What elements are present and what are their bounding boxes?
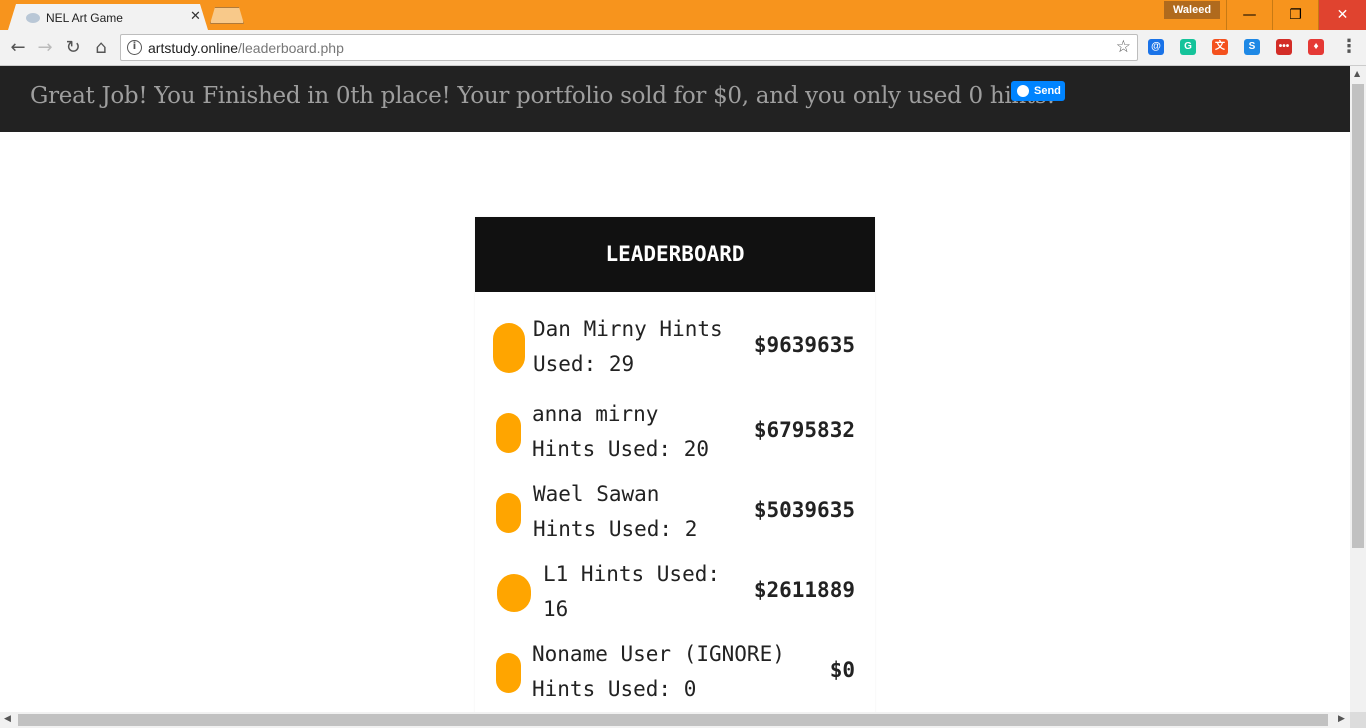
page-favicon-icon (26, 13, 40, 23)
entry-amount: $2611889 (753, 578, 855, 602)
url-path: /leaderboard.php (238, 40, 344, 56)
entry-name-line: anna mirny (532, 402, 659, 426)
entry-amount: $5039635 (753, 498, 855, 522)
grammarly-extension-icon[interactable]: G (1180, 39, 1196, 55)
browser-tab[interactable]: NEL Art Game ✕ (8, 4, 208, 30)
restore-button[interactable]: ❐ (1272, 0, 1318, 30)
url-host: artstudy.online (148, 40, 239, 56)
rank-marker-icon (497, 574, 531, 612)
shield-extension-icon[interactable]: ♦ (1308, 39, 1324, 55)
vertical-scrollbar[interactable]: ▲ (1350, 66, 1366, 712)
at-sign-extension-icon[interactable]: @ (1148, 39, 1164, 55)
entry-name-line: Dan Mirny Hints (533, 317, 723, 341)
rank-marker-icon (493, 323, 525, 373)
leaderboard-entry: Dan Mirny Hints Used: 29 $9639635 (475, 312, 875, 392)
messenger-icon (1017, 85, 1029, 97)
s-extension-icon[interactable]: S (1244, 39, 1260, 55)
close-tab-icon[interactable]: ✕ (190, 9, 201, 24)
leaderboard-panel: LEADERBOARD Dan Mirny Hints Used: 29 $96… (475, 217, 875, 712)
entry-hints-line: Hints Used: 20 (532, 437, 710, 461)
browser-titlebar: NEL Art Game ✕ Waleed — ❐ ✕ (0, 0, 1366, 30)
reload-icon[interactable]: ↻ (61, 36, 85, 60)
forward-icon[interactable]: → (33, 36, 57, 60)
entry-hints-line: Used: 29 (533, 352, 635, 376)
entry-hints-line: Hints Used: 2 (533, 517, 698, 541)
scrollbar-corner (1350, 712, 1366, 728)
leaderboard-title: LEADERBOARD (475, 217, 875, 292)
rank-marker-icon (496, 493, 521, 533)
address-bar[interactable]: i artstudy.online/leaderboard.php ☆ (120, 34, 1138, 61)
minimize-button[interactable]: — (1226, 0, 1272, 30)
entry-hints-line: 16 (543, 597, 569, 621)
leaderboard-entry: Noname User (IGNORE) Hints Used: 0 $0 (475, 637, 875, 712)
tab-title: NEL Art Game (46, 11, 123, 25)
horizontal-scrollbar[interactable]: ◀ ▶ (0, 712, 1350, 728)
browser-toolbar: ← → ↻ ⌂ i artstudy.online/leaderboard.ph… (0, 30, 1366, 66)
entry-name-line: Noname User (IGNORE) (532, 642, 785, 666)
back-icon[interactable]: ← (6, 36, 30, 60)
horizontal-scroll-thumb[interactable] (18, 714, 1328, 726)
entry-amount: $9639635 (753, 333, 855, 357)
entry-amount: $0 (829, 658, 855, 682)
messenger-send-button[interactable]: Send (1011, 81, 1065, 101)
close-window-button[interactable]: ✕ (1318, 0, 1366, 30)
result-banner: Great Job! You Finished in 0th place! Yo… (0, 66, 1350, 132)
page-content: Great Job! You Finished in 0th place! Yo… (0, 66, 1350, 712)
profile-badge[interactable]: Waleed (1164, 1, 1220, 19)
entry-hints-line: Hints Used: 0 (532, 677, 697, 701)
leaderboard-entry: Wael Sawan Hints Used: 2 $5039635 (475, 477, 875, 557)
bookmark-star-icon[interactable]: ☆ (1116, 37, 1131, 57)
leaderboard-entry: L1 Hints Used: 16 $2611889 (475, 557, 875, 637)
scroll-right-icon[interactable]: ▶ (1338, 714, 1345, 724)
info-icon[interactable]: i (127, 40, 142, 55)
rank-marker-icon (496, 413, 521, 453)
scroll-up-icon[interactable]: ▲ (1354, 69, 1360, 78)
scroll-left-icon[interactable]: ◀ (4, 714, 11, 724)
translate-extension-icon[interactable]: 文 (1212, 39, 1228, 55)
entry-amount: $6795832 (753, 418, 855, 442)
result-message: Great Job! You Finished in 0th place! Yo… (30, 83, 1056, 109)
leaderboard-entry: anna mirny Hints Used: 20 $6795832 (475, 397, 875, 477)
rank-marker-icon (496, 653, 521, 693)
url-text[interactable]: artstudy.online/leaderboard.php (148, 40, 344, 56)
vertical-scroll-thumb[interactable] (1352, 84, 1364, 548)
browser-menu-icon[interactable]: ⋮ (1340, 36, 1358, 57)
entry-name-line: L1 Hints Used: (543, 562, 721, 586)
new-tab-button[interactable] (210, 7, 244, 24)
lastpass-extension-icon[interactable]: ••• (1276, 39, 1292, 55)
entry-name-line: Wael Sawan (533, 482, 660, 506)
home-icon[interactable]: ⌂ (89, 36, 113, 60)
send-label: Send (1034, 85, 1061, 97)
